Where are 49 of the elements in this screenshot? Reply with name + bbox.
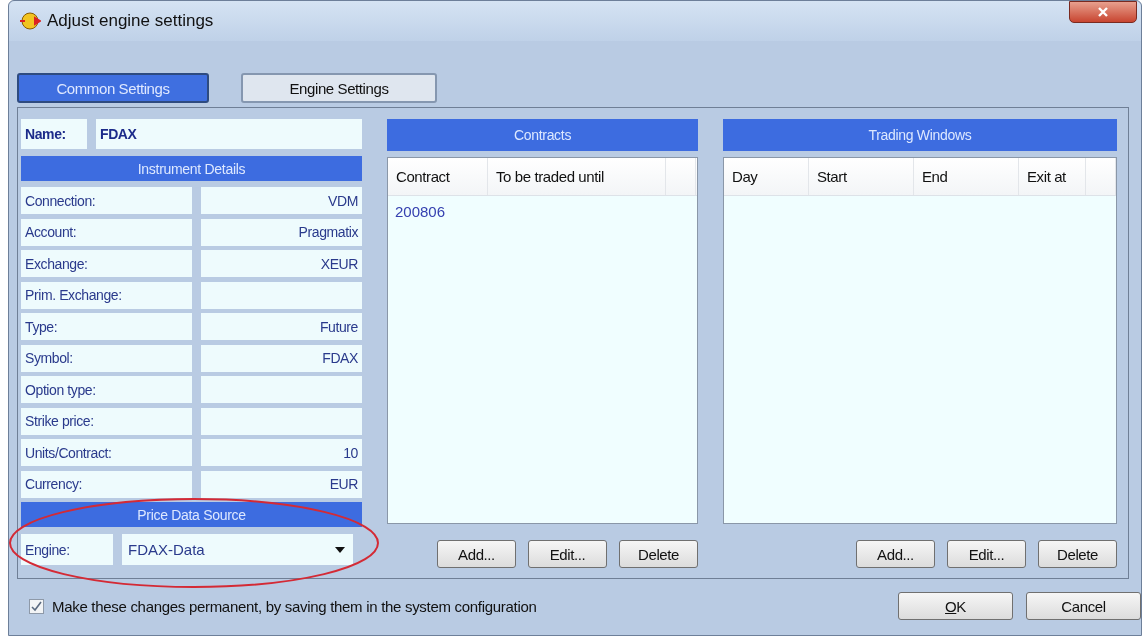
close-icon bbox=[1097, 6, 1109, 18]
engine-label: Engine: bbox=[21, 534, 113, 565]
column-header[interactable]: End bbox=[914, 158, 1019, 195]
field-value: Future bbox=[201, 313, 362, 340]
field-value: EUR bbox=[201, 470, 362, 498]
app-icon bbox=[19, 10, 41, 32]
ok-button[interactable]: OK bbox=[898, 592, 1013, 620]
column-header[interactable]: Day bbox=[724, 158, 809, 195]
field-label: Prim. Exchange: bbox=[21, 281, 192, 309]
field-label: Type: bbox=[21, 313, 192, 340]
checkbox[interactable] bbox=[29, 598, 44, 614]
window-title: Adjust engine settings bbox=[47, 11, 214, 31]
field-value: 10 bbox=[201, 439, 362, 466]
edit-button[interactable]: Edit... bbox=[528, 540, 607, 568]
add-button[interactable]: Add... bbox=[437, 540, 516, 568]
field-value: VDM bbox=[201, 187, 362, 214]
checkbox-label: Make these changes permanent, by saving them in the system configuration bbox=[52, 597, 538, 615]
add-button[interactable]: Add... bbox=[856, 540, 935, 568]
name-field[interactable]: FDAX bbox=[96, 119, 362, 149]
field-label: Currency: bbox=[21, 470, 192, 498]
field-value: Pragmatix bbox=[201, 218, 362, 246]
field-label: Strike price: bbox=[21, 407, 192, 435]
field-label: Option type: bbox=[21, 376, 192, 403]
field-label: Units/Contract: bbox=[21, 439, 192, 466]
column-header[interactable]: To be traded until bbox=[488, 158, 666, 195]
field-label: Connection: bbox=[21, 187, 192, 214]
field-value: XEUR bbox=[201, 250, 362, 277]
delete-button[interactable]: Delete bbox=[619, 540, 698, 568]
delete-button[interactable]: Delete bbox=[1038, 540, 1117, 568]
field-label: Account: bbox=[21, 218, 192, 246]
edit-button[interactable]: Edit... bbox=[947, 540, 1026, 568]
field-value: FDAX bbox=[201, 344, 362, 372]
field-label: Symbol: bbox=[21, 344, 192, 372]
column-header[interactable]: Exit at bbox=[1019, 158, 1086, 195]
tab[interactable]: Common Settings bbox=[17, 73, 209, 103]
column-header[interactable]: Contract bbox=[388, 158, 488, 195]
name-label: Name: bbox=[21, 119, 87, 149]
cancel-button[interactable]: Cancel bbox=[1026, 592, 1141, 620]
engine-dropdown[interactable]: FDAX-Data bbox=[122, 534, 353, 565]
field-label: Exchange: bbox=[21, 250, 192, 277]
panel-header: Contracts bbox=[387, 119, 698, 151]
tab[interactable]: Engine Settings bbox=[241, 73, 437, 103]
column-header[interactable]: Start bbox=[809, 158, 914, 195]
close-button[interactable] bbox=[1069, 1, 1137, 23]
panel-header: Trading Windows bbox=[723, 119, 1117, 151]
section-header: Instrument Details bbox=[21, 156, 362, 181]
dropdown-caret-icon bbox=[335, 546, 345, 553]
section-header: Price Data Source bbox=[21, 502, 362, 527]
table-cell-text: 200806 bbox=[394, 201, 447, 222]
